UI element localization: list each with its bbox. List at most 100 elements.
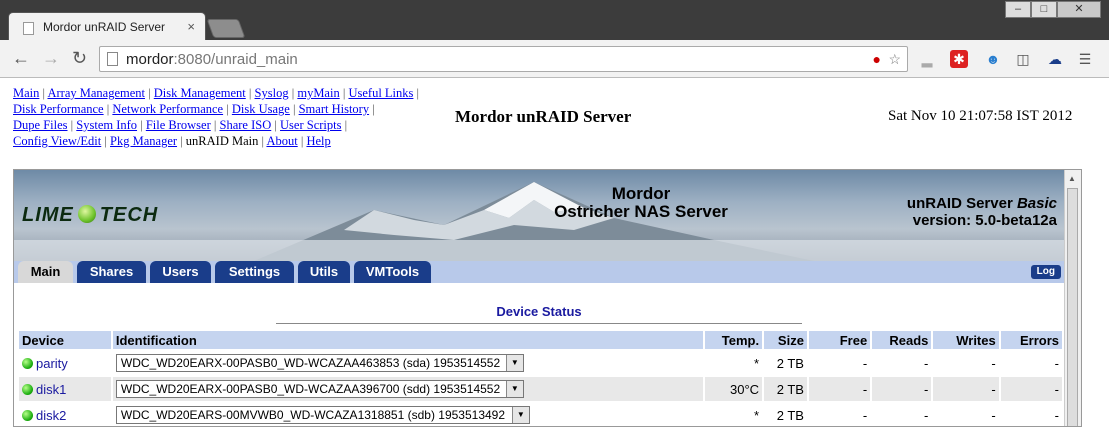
col-free: Free bbox=[808, 331, 871, 349]
version-number: version: 5.0-beta12a bbox=[912, 212, 1057, 229]
server-datetime: Sat Nov 10 21:07:58 IST 2012 bbox=[888, 108, 1073, 124]
nav-link-unraid-main: unRAID Main bbox=[185, 134, 259, 148]
url-text[interactable]: mordor:8080/unraid_main bbox=[126, 51, 298, 68]
banner: LIME TECH Mordor Ostricher NAS Server unR… bbox=[14, 170, 1067, 261]
new-tab-button[interactable] bbox=[206, 19, 246, 38]
tab-shares[interactable]: Shares bbox=[77, 261, 146, 283]
tag-icon[interactable]: ◫ bbox=[1014, 50, 1032, 68]
limetech-logo: LIME TECH bbox=[22, 204, 159, 226]
extension-user-icon[interactable]: ☻ bbox=[984, 50, 1002, 68]
cloud-icon[interactable]: ☁ bbox=[1046, 50, 1064, 68]
device-status-table: Device Identification Temp. Size Free Re… bbox=[17, 329, 1064, 426]
banner-server-name: Mordor Ostricher NAS Server bbox=[446, 185, 836, 221]
blocked-icon[interactable]: ● bbox=[873, 51, 881, 67]
nav-link-share-iso[interactable]: Share ISO bbox=[220, 118, 272, 132]
version-edition: Basic bbox=[1016, 195, 1057, 212]
reads-cell: - bbox=[924, 355, 929, 371]
maximize-button[interactable]: □ bbox=[1031, 1, 1057, 18]
tab-bar: Main Shares Users Settings Utils VMTools… bbox=[14, 261, 1067, 283]
url-host: mordor bbox=[126, 51, 174, 68]
signal-bars-icon[interactable]: ▂ bbox=[918, 50, 936, 68]
col-size: Size bbox=[764, 331, 807, 349]
banner-name-line1: Mordor bbox=[611, 184, 671, 203]
table-row: disk2 WDC_WD20EARS-00MVWB0_WD-WCAZA13188… bbox=[19, 403, 1062, 426]
table-row: disk1 WDC_WD20EARX-00PASB0_WD-WCAZAA3967… bbox=[19, 377, 1062, 401]
nav-link-main[interactable]: Main bbox=[13, 86, 39, 100]
menu-icon[interactable]: ☰ bbox=[1076, 50, 1094, 68]
log-button[interactable]: Log bbox=[1030, 265, 1061, 279]
nav-link-pkg-manager[interactable]: Pkg Manager bbox=[110, 134, 177, 148]
nav-link-file-browser[interactable]: File Browser bbox=[146, 118, 211, 132]
version-product: unRAID Server bbox=[906, 195, 1013, 212]
nav-link-array-management[interactable]: Array Management bbox=[47, 86, 145, 100]
address-bar[interactable]: mordor:8080/unraid_main ● ☆ bbox=[99, 46, 908, 72]
nav-link-syslog[interactable]: Syslog bbox=[255, 86, 289, 100]
tab-vmtools[interactable]: VMTools bbox=[354, 261, 431, 283]
nav-link-dupe-files[interactable]: Dupe Files bbox=[13, 118, 68, 132]
dropdown-arrow-icon[interactable]: ▼ bbox=[505, 381, 523, 397]
page-content: Main | Array Management | Disk Managemen… bbox=[0, 78, 1109, 427]
nav-link-disk-management[interactable]: Disk Management bbox=[154, 86, 246, 100]
close-window-button[interactable]: ✕ bbox=[1057, 1, 1101, 18]
col-identification: Identification bbox=[112, 331, 703, 349]
link-separator: | bbox=[341, 118, 348, 132]
extension-red-icon[interactable]: ✱ bbox=[950, 50, 968, 68]
identification-cell: WDC_WD20EARX-00PASB0_WD-WCAZAA396700 (sd… bbox=[112, 377, 703, 401]
nav-link-help[interactable]: Help bbox=[306, 134, 330, 148]
page-title: Mordor unRAID Server bbox=[455, 107, 632, 126]
link-separator: | bbox=[67, 118, 77, 132]
utility-links: Main | Array Management | Disk Managemen… bbox=[13, 85, 463, 149]
nav-link-useful-links[interactable]: Useful Links bbox=[348, 86, 413, 100]
scroll-up-arrow-icon[interactable]: ▲ bbox=[1068, 174, 1076, 183]
device-link[interactable]: parity bbox=[36, 356, 68, 371]
size-cell: 2 TB bbox=[776, 407, 804, 423]
link-separator: | bbox=[145, 86, 154, 100]
device-link[interactable]: disk2 bbox=[36, 408, 66, 423]
identification-cell: WDC_WD20EARX-00PASB0_WD-WCAZAA463853 (sd… bbox=[113, 351, 703, 375]
identification-select[interactable]: WDC_WD20EARX-00PASB0_WD-WCAZAA463853 (sd… bbox=[115, 354, 524, 372]
table-row: parity WDC_WD20EARX-00PASB0_WD-WCAZAA463… bbox=[19, 351, 1062, 375]
nav-link-mymain[interactable]: myMain bbox=[297, 86, 339, 100]
dropdown-arrow-icon[interactable]: ▼ bbox=[505, 355, 523, 371]
col-writes: Writes bbox=[933, 331, 999, 349]
tab-settings[interactable]: Settings bbox=[215, 261, 294, 283]
link-separator: | bbox=[271, 118, 281, 132]
identification-select[interactable]: WDC_WD20EARS-00MVWB0_WD-WCAZA1318851 (sd… bbox=[115, 406, 530, 424]
device-link[interactable]: disk1 bbox=[36, 382, 66, 397]
link-separator: | bbox=[177, 134, 186, 148]
tab-utils[interactable]: Utils bbox=[298, 261, 350, 283]
status-dot-icon bbox=[22, 409, 33, 421]
dropdown-arrow-icon[interactable]: ▼ bbox=[511, 407, 529, 423]
tab-main[interactable]: Main bbox=[18, 261, 73, 283]
free-cell: - bbox=[862, 407, 868, 423]
nav-link-about[interactable]: About bbox=[266, 134, 297, 148]
minimize-button[interactable]: – bbox=[1005, 1, 1031, 18]
nav-link-config-view-edit[interactable]: Config View/Edit bbox=[13, 134, 101, 148]
bookmark-star-icon[interactable]: ☆ bbox=[888, 51, 901, 68]
nav-link-system-info[interactable]: System Info bbox=[76, 118, 137, 132]
nav-link-network-performance[interactable]: Network Performance bbox=[112, 102, 223, 116]
banner-name-line2: Ostricher NAS Server bbox=[554, 202, 728, 221]
free-cell: - bbox=[862, 355, 868, 371]
col-temp: Temp. bbox=[704, 331, 763, 349]
tab-users[interactable]: Users bbox=[150, 261, 211, 283]
logo-ball-icon bbox=[77, 205, 96, 223]
browser-tab[interactable]: Mordor unRAID Server × bbox=[8, 12, 206, 42]
col-device: Device bbox=[19, 331, 111, 349]
forward-arrow-icon[interactable]: → bbox=[42, 48, 60, 68]
back-arrow-icon[interactable]: ← bbox=[12, 48, 30, 68]
window-controls: – □ ✕ bbox=[1005, 1, 1101, 19]
frame-scrollbar[interactable]: ▲ bbox=[1064, 170, 1081, 426]
nav-link-smart-history[interactable]: Smart History bbox=[299, 102, 369, 116]
nav-link-user-scripts[interactable]: User Scripts bbox=[280, 118, 341, 132]
link-separator: | bbox=[137, 118, 146, 132]
reload-icon[interactable]: ↻ bbox=[72, 48, 87, 68]
browser-toolbar: ← → ↻ mordor:8080/unraid_main ● ☆ ▂ ✱ ☻ … bbox=[0, 40, 1109, 78]
nav-link-disk-usage[interactable]: Disk Usage bbox=[232, 102, 290, 116]
nav-link-disk-performance[interactable]: Disk Performance bbox=[13, 102, 104, 116]
writes-cell: - bbox=[933, 377, 999, 401]
scrollbar-thumb[interactable] bbox=[1067, 188, 1078, 426]
identification-select[interactable]: WDC_WD20EARX-00PASB0_WD-WCAZAA396700 (sd… bbox=[115, 380, 524, 398]
tab-close-icon[interactable]: × bbox=[187, 19, 195, 34]
url-path: :8080/unraid_main bbox=[173, 51, 298, 68]
